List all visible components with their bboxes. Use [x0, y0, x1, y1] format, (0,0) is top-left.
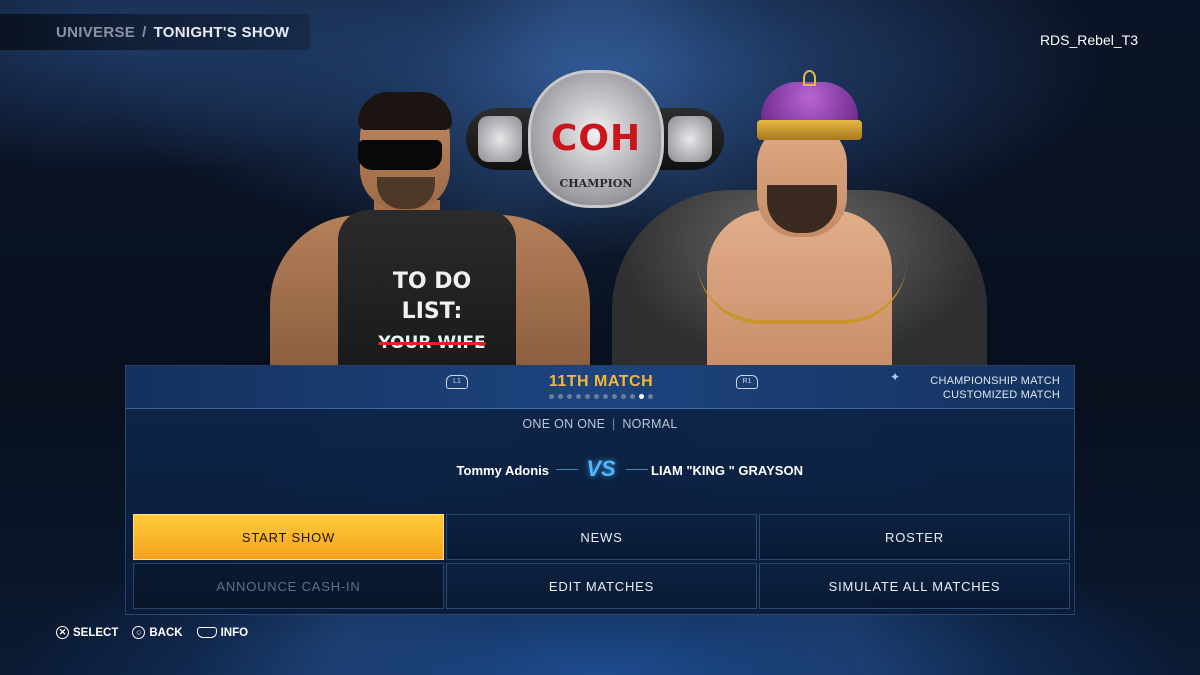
edit-matches-button[interactable]: EDIT MATCHES [446, 563, 757, 609]
info-label: INFO [220, 626, 249, 639]
breadcrumb: UNIVERSE / TONIGHT'S SHOW [0, 14, 310, 50]
match-dot[interactable] [630, 394, 635, 399]
match-panel: L1 11TH MATCH R1 ✦ CHAMPIONSHIP MATCH CU… [125, 365, 1075, 615]
match-header-bar: L1 11TH MATCH R1 ✦ CHAMPIONSHIP MATCH CU… [126, 366, 1074, 409]
match-dot[interactable] [621, 394, 626, 399]
match-type-line: ONE ON ONE | NORMAL [126, 417, 1074, 431]
circle-icon: ○ [132, 626, 146, 639]
match-title: 11TH MATCH [548, 373, 654, 390]
select-hint[interactable]: ✕ SELECT [56, 626, 118, 639]
match-dot[interactable] [594, 394, 599, 399]
match-tag-customized: CUSTOMIZED MATCH [942, 389, 1060, 401]
back-label: BACK [149, 626, 183, 639]
cross-icon: ✕ [56, 626, 69, 639]
wrestler-left-hair [358, 92, 452, 130]
l1-button-icon[interactable]: L1 [446, 375, 468, 389]
announce-cash-in-button[interactable]: ANNOUNCE CASH-IN [133, 563, 444, 609]
show-menu-grid: START SHOW NEWS ROSTER ANNOUNCE CASH-IN … [133, 514, 1070, 609]
wrestler-right-render [612, 60, 987, 365]
shirt-text: TO DO LIST: YOUR WIFE [362, 267, 502, 358]
match-pagination-dots [536, 394, 666, 399]
competitor-left: Tommy Adonis [456, 463, 549, 478]
simulate-all-matches-button[interactable]: SIMULATE ALL MATCHES [759, 563, 1070, 609]
match-difficulty: NORMAL [622, 417, 678, 431]
breadcrumb-current: TONIGHT'S SHOW [153, 23, 290, 41]
crown [757, 70, 862, 140]
news-button[interactable]: NEWS [446, 514, 757, 560]
match-dot[interactable] [639, 394, 644, 399]
username: RDS_Rebel_T3 [1039, 32, 1138, 48]
sunglasses [358, 140, 442, 170]
breadcrumb-separator: / [142, 23, 147, 41]
select-label: SELECT [73, 626, 119, 639]
touchpad-icon [196, 627, 217, 638]
roster-button[interactable]: ROSTER [759, 514, 1070, 560]
info-hint[interactable]: INFO [196, 626, 249, 639]
match-dot[interactable] [603, 394, 608, 399]
match-type-separator: | [612, 417, 616, 431]
match-dot[interactable] [612, 394, 617, 399]
competitor-right: LIAM "KING " GRAYSON [651, 463, 803, 478]
match-dot[interactable] [549, 394, 554, 399]
match-tag-championship: CHAMPIONSHIP MATCH [930, 375, 1060, 387]
crown-band [757, 120, 862, 140]
controller-hints: ✕ SELECT ○ BACK INFO [56, 626, 248, 639]
gold-chain [697, 260, 907, 324]
shirt-text-line2: YOUR WIFE [378, 333, 486, 353]
vs-label: VS [586, 456, 616, 481]
crown-top [803, 70, 816, 86]
match-dot[interactable] [648, 394, 653, 399]
back-hint[interactable]: ○ BACK [132, 626, 183, 639]
match-type: ONE ON ONE [522, 417, 606, 431]
match-dot[interactable] [558, 394, 563, 399]
breadcrumb-parent[interactable]: UNIVERSE [56, 24, 135, 41]
start-show-button[interactable]: START SHOW [133, 514, 444, 560]
match-dot[interactable] [585, 394, 590, 399]
competitors-row: Tommy Adonis VS LIAM "KING " GRAYSON [126, 456, 1074, 486]
match-dot[interactable] [576, 394, 581, 399]
vs-line-left [556, 469, 578, 470]
vs-line-right [626, 469, 648, 470]
r1-button-icon[interactable]: R1 [736, 375, 758, 389]
belt-side-plate-left [478, 116, 522, 162]
shirt-text-line1: TO DO LIST: [392, 269, 472, 324]
crown-velvet [761, 82, 858, 122]
match-dot[interactable] [567, 394, 572, 399]
